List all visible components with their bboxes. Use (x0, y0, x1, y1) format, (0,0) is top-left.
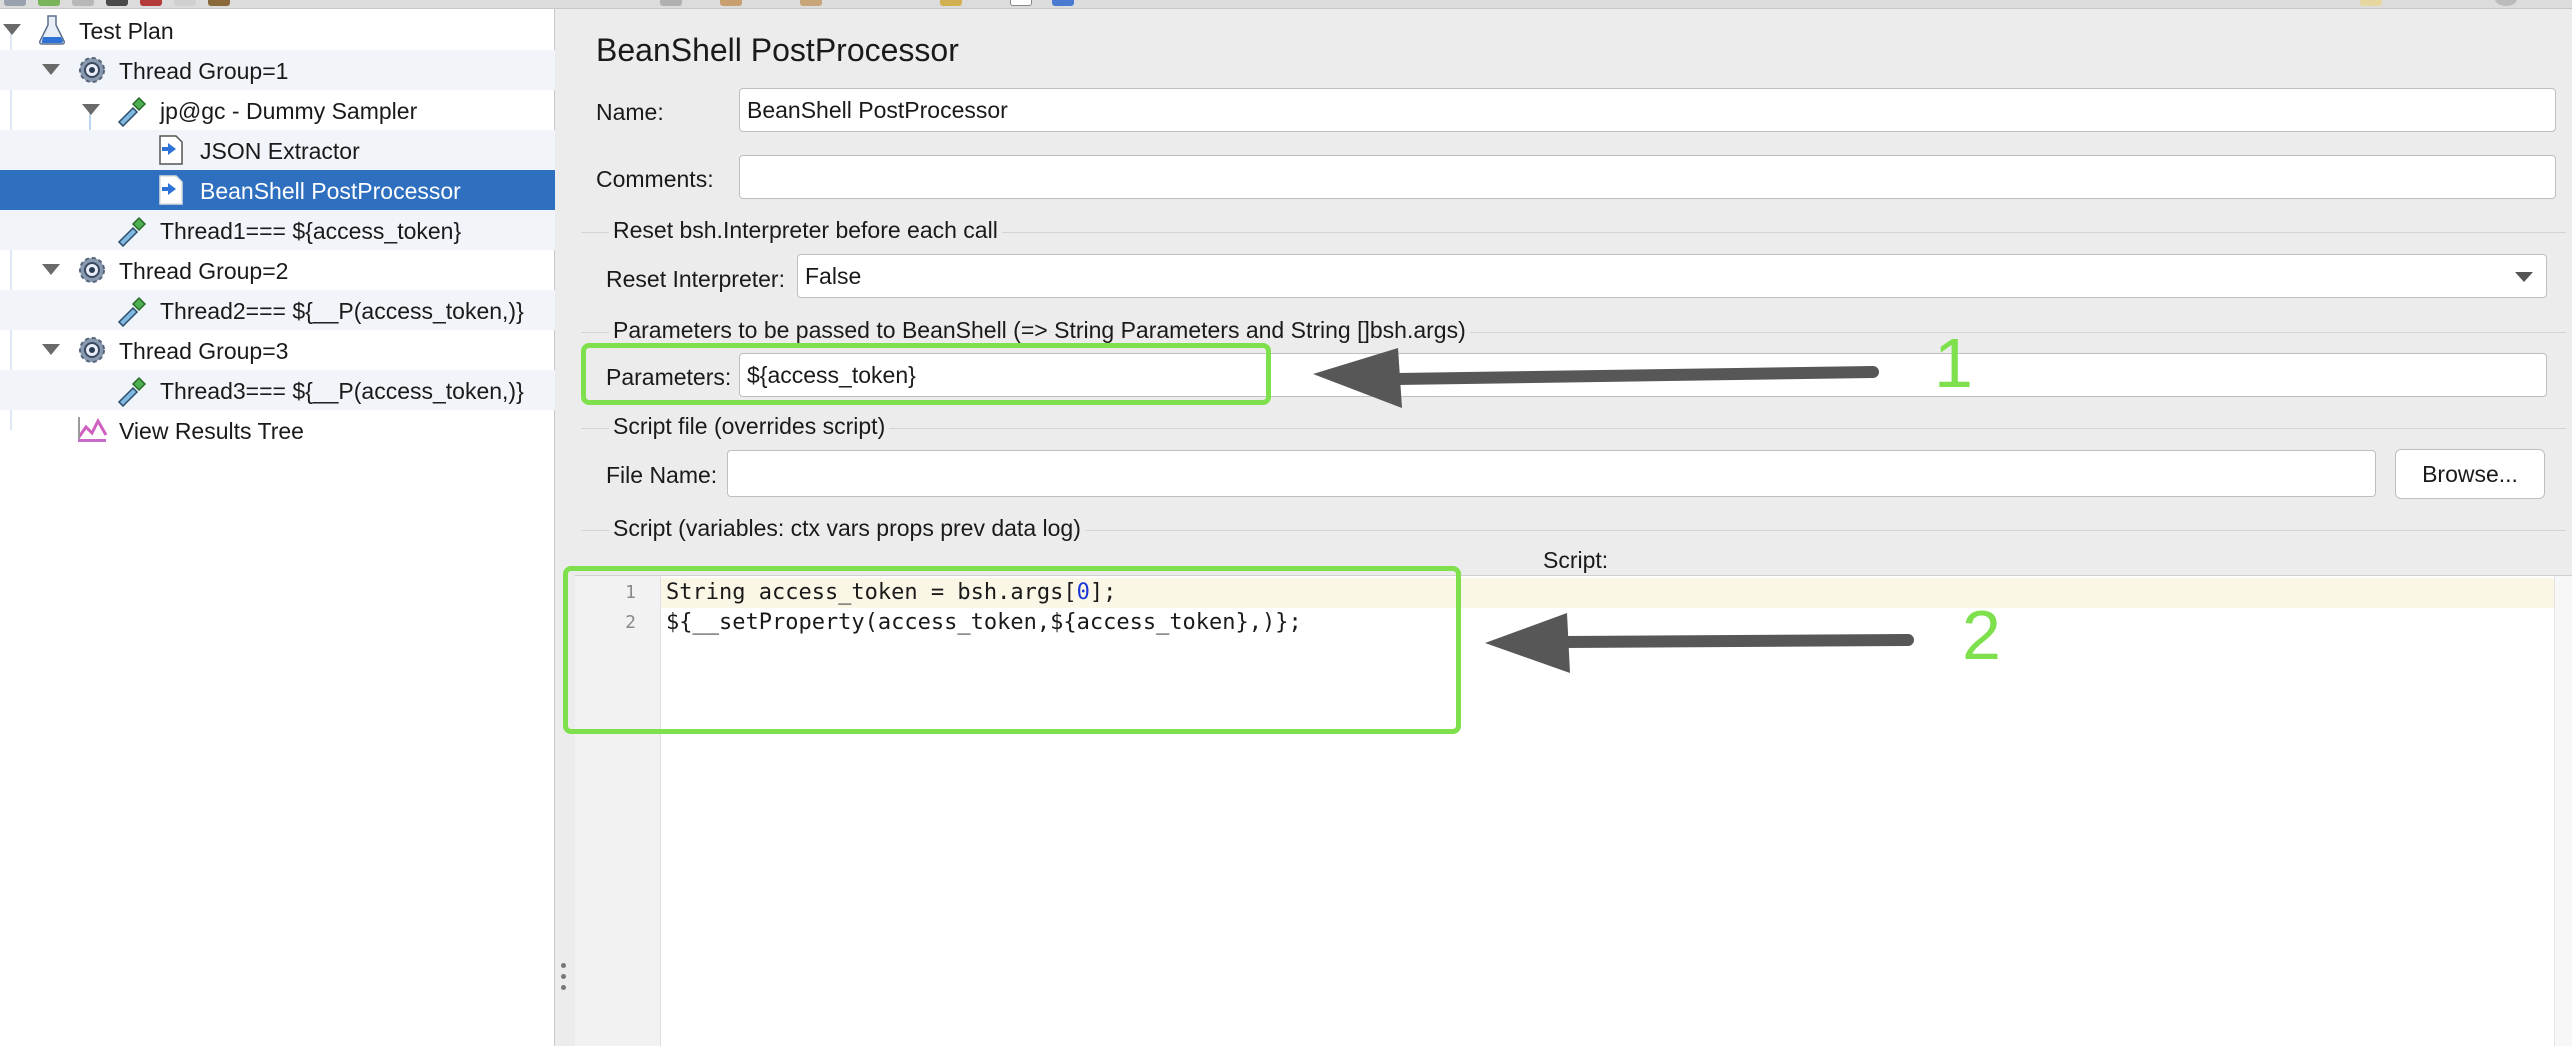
tree-item-label: Test Plan (79, 18, 174, 44)
chart-icon (77, 417, 108, 442)
script-section-title: Script (variables: ctx vars props prev d… (609, 515, 1085, 542)
document-arrow-icon (159, 135, 183, 165)
editor-scrollbar[interactable] (2554, 576, 2572, 1046)
comments-label: Comments: (596, 166, 714, 192)
tree-item-test-plan[interactable]: Test Plan (0, 10, 555, 50)
tree-item-label: Thread1=== ${access_token} (160, 218, 462, 244)
tree-item-thread3-sampler[interactable]: Thread3=== ${__P(access_token,)} (0, 370, 555, 410)
toolbar-search-icon[interactable] (940, 0, 962, 6)
toolbar-cut-icon[interactable] (140, 0, 162, 6)
tree-item-thread-group-1[interactable]: Thread Group=1 (0, 50, 555, 90)
chevron-down-icon[interactable] (42, 344, 60, 355)
flask-icon (39, 15, 65, 45)
tree-item-thread-group-3[interactable]: Thread Group=3 (0, 330, 555, 370)
gear-icon (79, 57, 105, 83)
splitter-handle[interactable] (561, 963, 567, 997)
tree-item-label: View Results Tree (119, 418, 304, 444)
toolbar-function-icon[interactable] (1052, 0, 1074, 6)
tree-item-label: Thread2=== ${__P(access_token,)} (160, 298, 524, 324)
toolbar-reset-icon[interactable] (1010, 0, 1032, 6)
annotation-box-1 (581, 343, 1271, 405)
script-label: Script: (1543, 547, 1609, 573)
annotation-box-2 (563, 566, 1461, 734)
reset-interpreter-select[interactable]: False (797, 254, 2547, 298)
toolbar-templates-icon[interactable] (38, 0, 60, 6)
toolbar-warning-icon[interactable] (2360, 0, 2382, 6)
script-file-section-title: Script file (overrides script) (609, 413, 890, 440)
name-label: Name: (596, 99, 664, 125)
tree-item-thread2-sampler[interactable]: Thread2=== ${__P(access_token,)} (0, 290, 555, 330)
comments-field[interactable] (739, 155, 2556, 199)
tree-item-beanshell-postprocessor[interactable]: BeanShell PostProcessor (0, 170, 555, 210)
toolbar-copy-icon[interactable] (174, 0, 196, 6)
toolbar-paste-icon[interactable] (208, 0, 230, 6)
reset-interpreter-label: Reset Interpreter: (606, 266, 785, 292)
toolbar-save-icon[interactable] (106, 0, 128, 6)
toolbar-clear-all-icon[interactable] (800, 0, 822, 6)
tree-item-json-extractor[interactable]: JSON Extractor (0, 130, 555, 170)
tree-item-label: BeanShell PostProcessor (200, 178, 461, 204)
test-plan-tree[interactable]: Test Plan Thread Group=1 jp@gc - Dummy S… (0, 9, 555, 1046)
element-config-panel: BeanShell PostProcessor Name: BeanShell … (575, 9, 2572, 1046)
tree-item-thread1-sampler[interactable]: Thread1=== ${access_token} (0, 210, 555, 250)
toolbar (0, 0, 2572, 9)
reset-section-title: Reset bsh.Interpreter before each call (609, 217, 1002, 244)
tree-item-label: Thread Group=2 (119, 258, 289, 284)
parameters-section-title: Parameters to be passed to BeanShell (=>… (609, 317, 1470, 344)
chevron-down-icon[interactable] (42, 264, 60, 275)
pipette-icon (117, 296, 147, 327)
pipette-icon (117, 216, 147, 247)
gear-icon (79, 337, 105, 363)
tree-item-thread-group-2[interactable]: Thread Group=2 (0, 250, 555, 290)
reset-interpreter-value: False (805, 263, 862, 289)
chevron-down-icon[interactable] (3, 24, 21, 35)
tree-item-label: jp@gc - Dummy Sampler (160, 98, 418, 124)
toolbar-open-icon[interactable] (72, 0, 94, 6)
tree-item-label: Thread Group=3 (119, 338, 289, 364)
browse-button[interactable]: Browse... (2395, 449, 2545, 499)
chevron-down-icon[interactable] (42, 64, 60, 75)
toolbar-clear-icon[interactable] (720, 0, 742, 6)
annotation-number-2: 2 (1962, 596, 2001, 674)
page-title: BeanShell PostProcessor (596, 32, 959, 68)
tree-item-label: Thread Group=1 (119, 58, 289, 84)
toolbar-new-icon[interactable] (4, 0, 26, 6)
pipette-icon (117, 376, 147, 407)
pipette-icon (117, 96, 147, 127)
tree-item-label: JSON Extractor (200, 138, 360, 164)
tree-item-dummy-sampler[interactable]: jp@gc - Dummy Sampler (0, 90, 555, 130)
chevron-down-icon (2515, 272, 2533, 282)
document-arrow-icon (159, 175, 183, 205)
toolbar-help-icon[interactable] (2495, 0, 2517, 6)
annotation-number-1: 1 (1934, 324, 1973, 402)
gear-icon (79, 257, 105, 283)
tree-item-label: Thread3=== ${__P(access_token,)} (160, 378, 524, 404)
file-name-field[interactable] (727, 450, 2376, 497)
toolbar-start-icon[interactable] (660, 0, 682, 6)
file-name-label: File Name: (606, 462, 718, 488)
tree-item-view-results-tree[interactable]: View Results Tree (0, 410, 555, 450)
chevron-down-icon[interactable] (82, 104, 100, 115)
name-field[interactable]: BeanShell PostProcessor (739, 88, 2556, 132)
